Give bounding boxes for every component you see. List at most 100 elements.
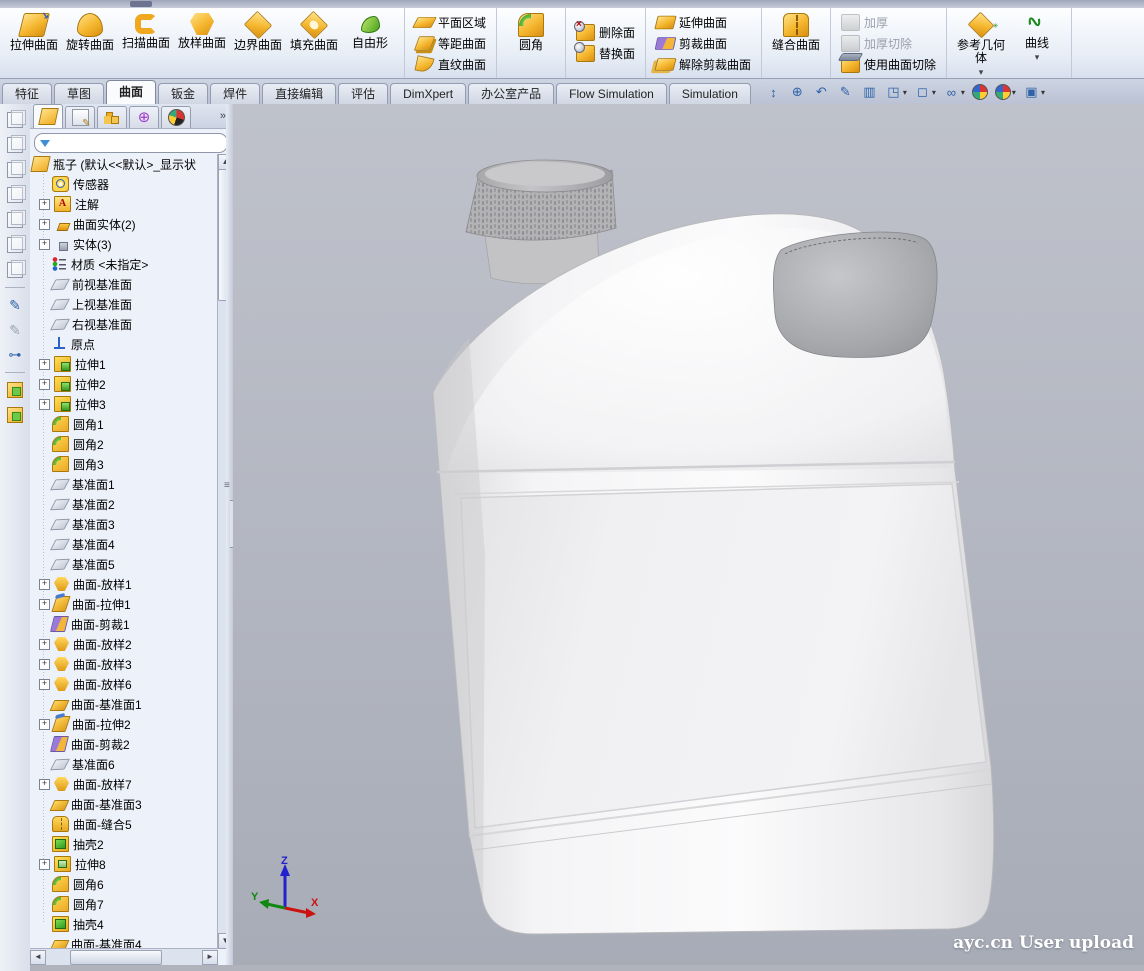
tree-item[interactable]: +曲面实体(2) xyxy=(30,214,218,234)
display-style-button[interactable]: ◻▾ xyxy=(914,84,936,101)
tree-item[interactable]: 圆角1 xyxy=(30,414,218,434)
toolbar-button-planar-surface[interactable]: 平面区域 xyxy=(411,12,490,32)
expand-plus-icon[interactable]: + xyxy=(39,639,50,650)
toolbar-button-delete-face[interactable]: 删除面 xyxy=(572,23,639,43)
tab-Flow Simulation[interactable]: Flow Simulation xyxy=(556,83,667,105)
expand-plus-icon[interactable]: + xyxy=(39,719,50,730)
expand-plus-icon[interactable]: + xyxy=(39,859,50,870)
edit-appearance-button[interactable]: ▾ xyxy=(995,84,1016,100)
tab-特征[interactable]: 特征 xyxy=(2,83,52,105)
tree-item[interactable]: +实体(3) xyxy=(30,234,218,254)
sketch-button[interactable]: ✎ xyxy=(5,295,25,315)
dropdown-arrow-icon[interactable]: ▾ xyxy=(1035,52,1040,63)
toolbar-button-curves[interactable]: 曲线▾ xyxy=(1009,9,1065,77)
view-back-button[interactable] xyxy=(5,135,25,155)
displaymanager-tab[interactable] xyxy=(161,106,191,128)
tree-item[interactable]: 曲面-基准面4 xyxy=(30,934,218,949)
toolbar-button-revolve-surface[interactable]: 旋转曲面 xyxy=(62,9,118,77)
view-isometric-button[interactable] xyxy=(5,260,25,280)
graphics-viewport[interactable]: Z X Y ayc.cn User upload xyxy=(233,104,1144,965)
tab-直接编辑[interactable]: 直接编辑 xyxy=(262,83,336,105)
toolbar-button-knit-surface[interactable]: 缝合曲面 xyxy=(768,9,824,77)
tree-item[interactable]: +注解 xyxy=(30,194,218,214)
tree-item[interactable]: +拉伸2 xyxy=(30,374,218,394)
tree-item[interactable]: 传感器 xyxy=(30,174,218,194)
expand-plus-icon[interactable]: + xyxy=(39,579,50,590)
tree-item[interactable]: 前视基准面 xyxy=(30,274,218,294)
tree-item[interactable]: +曲面-放样3 xyxy=(30,654,218,674)
toolbar-button-untrim-surface[interactable]: 解除剪裁曲面 xyxy=(652,54,755,74)
tree-horizontal-scrollbar[interactable]: ◄ ► xyxy=(30,948,218,965)
display-relations-button[interactable]: ⊶ xyxy=(5,345,25,365)
view-bottom-button[interactable] xyxy=(5,235,25,255)
toolbar-button-fill-surface[interactable]: 填充曲面 xyxy=(286,9,342,77)
toolbar-button-ruled-surface[interactable]: 直纹曲面 xyxy=(411,54,490,74)
toolbar-button-loft-surface[interactable]: 放样曲面 xyxy=(174,9,230,77)
tab-DimXpert[interactable]: DimXpert xyxy=(390,83,466,105)
toolbar-button-replace-face[interactable]: 替换面 xyxy=(572,44,639,64)
tree-item[interactable]: 基准面5 xyxy=(30,554,218,574)
tree-item[interactable]: 基准面4 xyxy=(30,534,218,554)
configurationmanager-tab[interactable] xyxy=(97,106,127,128)
tree-item[interactable]: +曲面-拉伸1 xyxy=(30,594,218,614)
tree-item[interactable]: 抽壳4 xyxy=(30,914,218,934)
tree-item[interactable]: 原点 xyxy=(30,334,218,354)
expand-plus-icon[interactable]: + xyxy=(39,359,50,370)
zoom-to-fit-button[interactable]: ↕ xyxy=(765,84,782,101)
tree-item[interactable]: 基准面2 xyxy=(30,494,218,514)
tree-item[interactable]: +拉伸1 xyxy=(30,354,218,374)
toolbar-button-freeform[interactable]: 自由形 xyxy=(342,9,398,77)
tree-item[interactable]: +拉伸8 xyxy=(30,854,218,874)
tree-item[interactable]: +曲面-拉伸2 xyxy=(30,714,218,734)
tree-item[interactable]: 右视基准面 xyxy=(30,314,218,334)
tree-item[interactable]: 上视基准面 xyxy=(30,294,218,314)
view-settings-button[interactable]: ▣▾ xyxy=(1023,84,1045,101)
view-right-button[interactable] xyxy=(5,185,25,205)
tree-item[interactable]: +曲面-放样6 xyxy=(30,674,218,694)
expand-plus-icon[interactable]: + xyxy=(39,399,50,410)
tree-item[interactable]: +曲面-放样7 xyxy=(30,774,218,794)
hide-show-items-button[interactable]: ∞▾ xyxy=(943,84,965,101)
tree-item[interactable]: +曲面-放样1 xyxy=(30,574,218,594)
propertymanager-tab[interactable] xyxy=(65,106,95,128)
toolbar-button-reference-geometry[interactable]: 参考几何体▾ xyxy=(953,9,1009,77)
tree-item[interactable]: 基准面3 xyxy=(30,514,218,534)
tab-办公室产品[interactable]: 办公室产品 xyxy=(468,83,554,105)
featuremanager-tab[interactable] xyxy=(33,104,63,128)
tree-item[interactable]: 基准面6 xyxy=(30,754,218,774)
tree-item[interactable]: +拉伸3 xyxy=(30,394,218,414)
tree-item[interactable]: 曲面-基准面3 xyxy=(30,794,218,814)
view-orientation-button[interactable]: ◳▾ xyxy=(885,84,907,101)
tree-item[interactable]: 材质 <未指定> xyxy=(30,254,218,274)
scroll-right-button[interactable]: ► xyxy=(202,950,218,965)
hide-bodies-button[interactable] xyxy=(5,405,25,425)
expand-plus-icon[interactable]: + xyxy=(39,659,50,670)
view-left-button[interactable] xyxy=(5,160,25,180)
tab-Simulation[interactable]: Simulation xyxy=(669,83,751,105)
horizontal-scroll-thumb[interactable] xyxy=(70,950,162,965)
zoom-to-area-button[interactable]: ⊕ xyxy=(789,84,806,101)
scroll-left-button[interactable]: ◄ xyxy=(30,950,46,965)
dimxpertmanager-tab[interactable] xyxy=(129,106,159,128)
tab-评估[interactable]: 评估 xyxy=(338,83,388,105)
dropdown-arrow-icon[interactable]: ▾ xyxy=(1041,88,1045,97)
dropdown-arrow-icon[interactable]: ▾ xyxy=(903,88,907,97)
tree-item[interactable]: +曲面-放样2 xyxy=(30,634,218,654)
tree-item[interactable]: 圆角2 xyxy=(30,434,218,454)
tree-root-item[interactable]: 瓶子 (默认<<默认>_显示状 xyxy=(30,154,218,174)
toolbar-button-trim-surface[interactable]: 剪裁曲面 xyxy=(652,33,755,53)
expand-plus-icon[interactable]: + xyxy=(39,679,50,690)
dropdown-arrow-icon[interactable]: ▾ xyxy=(961,88,965,97)
toolbar-button-sweep-surface[interactable]: 扫描曲面 xyxy=(118,9,174,77)
tree-filter-input[interactable] xyxy=(34,133,228,153)
expand-plus-icon[interactable]: + xyxy=(39,599,50,610)
view-front-button[interactable] xyxy=(5,110,25,130)
view-top-button[interactable] xyxy=(5,210,25,230)
tree-item[interactable]: 曲面-基准面1 xyxy=(30,694,218,714)
tree-item[interactable]: 曲面-缝合5 xyxy=(30,814,218,834)
dropdown-arrow-icon[interactable]: ▾ xyxy=(979,67,984,78)
tab-钣金[interactable]: 钣金 xyxy=(158,83,208,105)
dropdown-arrow-icon[interactable]: ▾ xyxy=(932,88,936,97)
tree-item[interactable]: 曲面-剪裁1 xyxy=(30,614,218,634)
tree-item[interactable]: 曲面-剪裁2 xyxy=(30,734,218,754)
